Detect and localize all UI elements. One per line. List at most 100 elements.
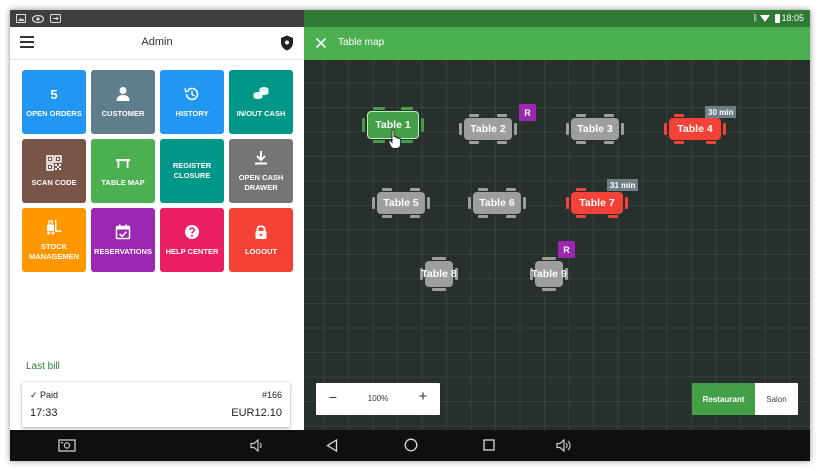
zoom-level: 100% — [367, 394, 389, 403]
chair — [608, 215, 618, 218]
scan-code-tile[interactable]: SCAN CODE — [22, 139, 86, 203]
shield-icon[interactable] — [280, 35, 294, 51]
tile-label: SCAN CODE — [31, 178, 77, 187]
zoom-out-button[interactable]: − — [326, 389, 340, 409]
android-nav-bar — [10, 430, 810, 461]
chair — [459, 123, 462, 135]
last-bill-label: Last bill — [26, 361, 60, 372]
chair — [382, 215, 392, 218]
person-icon — [116, 87, 130, 101]
lock-icon — [255, 225, 267, 239]
chair — [576, 114, 586, 117]
bill-status: ✓ Paid — [30, 390, 58, 401]
chair — [469, 141, 479, 144]
wifi-icon — [760, 15, 770, 22]
volume-up-icon[interactable] — [556, 439, 572, 452]
zoom-control: − 100% + — [316, 383, 440, 415]
chair — [497, 114, 507, 117]
help-center-tile[interactable]: HELP CENTER — [160, 208, 224, 272]
chair — [706, 141, 716, 144]
in-out-cash-tile[interactable]: IN/OUT CASH — [229, 70, 293, 134]
home-icon[interactable] — [404, 438, 418, 452]
check-icon: ✓ — [30, 390, 41, 400]
table-body: Table 8 — [421, 261, 457, 287]
chair — [372, 197, 375, 209]
table-2[interactable]: Table 2 — [459, 114, 517, 144]
chair — [432, 288, 446, 291]
battery-icon — [775, 14, 780, 23]
chair — [542, 288, 556, 291]
table-7[interactable]: Table 7 — [566, 188, 628, 218]
status-bar-left — [10, 10, 304, 27]
register-closure-tile[interactable]: REGISTER CLOSURE — [160, 139, 224, 203]
open-orders-tile[interactable]: 5 OPEN ORDERS — [22, 70, 86, 134]
chair — [506, 215, 516, 218]
table-map-tile[interactable]: TABLE MAP — [91, 139, 155, 203]
table-map-panel: ᛒ 18:05 Table map Table 1 Table 2 R Tabl… — [304, 10, 810, 430]
chair — [576, 141, 586, 144]
table-3[interactable]: Table 3 — [566, 114, 624, 144]
close-icon[interactable] — [315, 37, 327, 49]
volume-down-icon[interactable] — [250, 439, 264, 452]
room-tab-salon[interactable]: Salon — [755, 383, 798, 415]
recents-icon[interactable] — [483, 439, 495, 451]
bill-number: #166 — [261, 390, 282, 400]
table-map-title: Table map — [338, 37, 385, 48]
chair — [542, 257, 556, 260]
screenshot-icon[interactable] — [58, 439, 76, 452]
table-map-canvas: Table 1 Table 2 R Table 3 Table 4 30 min… — [304, 60, 810, 430]
table-9[interactable]: Table 9 — [530, 257, 568, 291]
chair — [421, 118, 424, 132]
table-4[interactable]: Table 4 — [664, 114, 726, 144]
image-notification-icon — [16, 14, 26, 23]
chair — [382, 188, 392, 191]
chair — [469, 114, 479, 117]
help-icon — [185, 225, 199, 239]
chair — [478, 188, 488, 191]
tile-label: HISTORY — [175, 109, 209, 118]
room-switcher: Restaurant Salon — [692, 383, 798, 415]
customer-tile[interactable]: CUSTOMER — [91, 70, 155, 134]
admin-tiles-grid: 5 OPEN ORDERS CUSTOMER HISTORY IN/OUT CA… — [22, 70, 293, 272]
chair — [468, 197, 471, 209]
zoom-in-button[interactable]: + — [416, 388, 430, 408]
table-label: Table 2 — [470, 123, 506, 135]
back-icon[interactable] — [326, 439, 338, 452]
open-cash-drawer-tile[interactable]: OPEN CASH DRAWER — [229, 139, 293, 203]
hand-cursor-icon — [388, 129, 401, 149]
chair — [373, 140, 385, 143]
calendar-check-icon — [115, 224, 131, 240]
chair — [576, 215, 586, 218]
remote-desktop-icon — [50, 14, 61, 23]
room-tab-restaurant[interactable]: Restaurant — [692, 383, 755, 415]
table-body: Table 7 — [571, 192, 623, 214]
tile-label: REGISTER CLOSURE — [172, 161, 212, 180]
chair — [432, 257, 446, 260]
table-6[interactable]: Table 6 — [468, 188, 526, 218]
table-body: Table 9 — [531, 261, 567, 287]
occupancy-timer: 30 min — [705, 106, 737, 118]
download-icon — [255, 151, 267, 165]
tile-label: IN/OUT CASH — [236, 109, 286, 118]
admin-title: Admin — [141, 36, 173, 48]
admin-panel: Admin 5 OPEN ORDERS CUSTOMER HISTORY IN/… — [10, 10, 304, 430]
logout-tile[interactable]: LOGOUT — [229, 208, 293, 272]
table-1[interactable]: Table 1 — [362, 107, 424, 149]
table-5[interactable]: Table 5 — [372, 188, 430, 218]
reservations-tile[interactable]: RESERVATIONS — [91, 208, 155, 272]
chair — [362, 118, 365, 132]
table-body: Table 2 — [464, 118, 512, 140]
reservation-badge: R — [519, 104, 536, 121]
tile-label: OPEN ORDERS — [26, 109, 82, 118]
history-tile[interactable]: HISTORY — [160, 70, 224, 134]
table-label: Table 7 — [579, 197, 615, 209]
table-8[interactable]: Table 8 — [420, 257, 458, 291]
status-clock: 18:05 — [781, 13, 804, 23]
bill-amount: EUR12.10 — [231, 407, 282, 419]
last-bill-card[interactable]: ✓ Paid #166 17:33 EUR12.10 — [22, 382, 290, 427]
stock-management-tile[interactable]: STOCK MANAGEMEN — [22, 208, 86, 272]
forklift-icon — [47, 220, 62, 235]
chair — [566, 123, 569, 135]
tile-label: RESERVATIONS — [94, 247, 152, 256]
status-bar-right: ᛒ 18:05 — [304, 10, 810, 27]
